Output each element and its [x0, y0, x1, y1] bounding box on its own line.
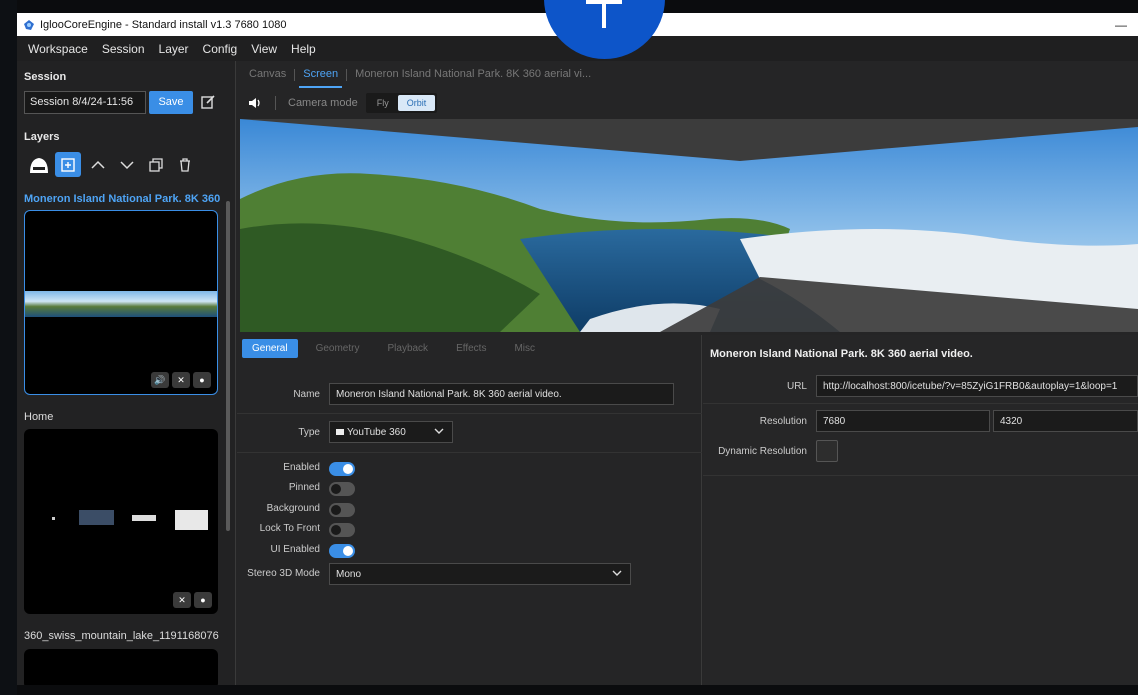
layer-thumbnail-moneron[interactable]: 🔊 ✕ ●	[24, 210, 218, 395]
layer-title-moneron[interactable]: Moneron Island National Park. 8K 360	[24, 193, 220, 205]
session-heading: Session	[24, 71, 67, 83]
menu-layer[interactable]: Layer	[152, 42, 196, 56]
name-label: Name	[293, 389, 320, 400]
tab-general[interactable]: General	[242, 338, 298, 358]
menu-config[interactable]: Config	[196, 42, 245, 56]
eye-icon[interactable]: ●	[194, 592, 212, 608]
resolution-label: Resolution	[759, 416, 807, 427]
layer-title-home[interactable]: Home	[24, 411, 53, 423]
tab-screen[interactable]: Screen	[299, 61, 343, 88]
panorama-render	[240, 119, 1138, 332]
lock-to-front-toggle[interactable]	[329, 523, 355, 537]
menu-view[interactable]: View	[244, 42, 284, 56]
tab-misc[interactable]: Misc	[504, 339, 545, 358]
camera-mode-orbit[interactable]: Orbit	[397, 95, 436, 111]
toggle-label-background: Background	[266, 503, 320, 514]
menu-workspace[interactable]: Workspace	[21, 42, 95, 56]
move-layer-up-button[interactable]	[83, 152, 112, 177]
resolution-width-field[interactable]: 7680	[816, 410, 990, 432]
type-value: YouTube 360	[347, 427, 406, 438]
eye-icon[interactable]: ●	[193, 372, 211, 388]
details-title: Moneron Island National Park. 8K 360 aer…	[710, 348, 973, 360]
url-label: URL	[786, 381, 807, 392]
toggle-label-ui-enabled: UI Enabled	[270, 544, 320, 555]
app-window: IglooCoreEngine - Standard install v1.3 …	[17, 13, 1138, 685]
layer-toolbar	[24, 152, 199, 177]
layers-heading: Layers	[24, 131, 60, 143]
chevron-down-icon	[434, 428, 444, 434]
type-dropdown[interactable]: YouTube 360	[329, 421, 453, 443]
add-layer-button[interactable]	[55, 152, 81, 177]
chevron-up-icon	[90, 160, 105, 169]
unpin-icon[interactable]: ✕	[172, 372, 190, 388]
layer-thumbnail-swiss-lake[interactable]	[24, 649, 218, 685]
desktop-edge	[0, 0, 17, 695]
stereo-label: Stereo 3D Mode	[247, 568, 320, 579]
layer-details-panel: Moneron Island National Park. 8K 360 aer…	[703, 335, 1138, 685]
chevron-down-icon	[612, 570, 622, 576]
home-layer-button[interactable]	[24, 152, 53, 177]
trash-icon	[179, 157, 190, 172]
3d-viewport[interactable]	[240, 119, 1138, 332]
toggle-label-enabled: Enabled	[283, 462, 320, 473]
igloo-home-icon	[29, 157, 48, 173]
camera-mode-fly[interactable]: Fly	[368, 95, 398, 111]
tab-layer[interactable]: Moneron Island National Park. 8K 360 aer…	[351, 61, 595, 88]
url-field[interactable]: http://localhost:800/icetube/?v=85ZyiG1F…	[816, 375, 1138, 397]
layer-thumbnail-home[interactable]: ✕ ●	[24, 429, 218, 614]
properties-panel: General Geometry Playback Effects Misc N…	[237, 335, 702, 685]
session-name-input[interactable]: Session 8/4/24-11:56	[24, 91, 146, 114]
app-logo-icon	[24, 19, 34, 30]
camera-mode-toggle: Fly Orbit	[365, 93, 438, 113]
tab-canvas[interactable]: Canvas	[245, 61, 290, 88]
minimize-button[interactable]: —	[1104, 13, 1138, 36]
speaker-icon[interactable]	[247, 95, 263, 111]
youtube-icon	[336, 429, 344, 436]
main-panel: Canvas Screen Moneron Island National Pa…	[237, 61, 1138, 685]
tab-geometry[interactable]: Geometry	[306, 339, 370, 358]
background-toggle[interactable]	[329, 503, 355, 517]
tab-effects[interactable]: Effects	[446, 339, 496, 358]
ui-enabled-toggle[interactable]	[329, 544, 355, 558]
enabled-toggle[interactable]	[329, 462, 355, 476]
duplicate-icon	[148, 157, 163, 172]
menu-help[interactable]: Help	[284, 42, 323, 56]
stereo-dropdown[interactable]: Mono	[329, 563, 631, 585]
type-label: Type	[298, 427, 320, 438]
camera-toolbar: Camera mode Fly Orbit	[237, 88, 1138, 118]
resolution-height-field[interactable]: 4320	[993, 410, 1138, 432]
delete-layer-button[interactable]	[170, 152, 199, 177]
property-tabs: General Geometry Playback Effects Misc	[237, 335, 701, 361]
dynamic-resolution-checkbox[interactable]	[816, 440, 838, 462]
stereo-value: Mono	[336, 569, 362, 580]
layers-scrollbar[interactable]	[226, 201, 230, 531]
top-tabs: Canvas Screen Moneron Island National Pa…	[237, 61, 1138, 88]
toggle-label-lock-to-front: Lock To Front	[259, 523, 320, 534]
unpin-icon[interactable]: ✕	[173, 592, 191, 608]
save-session-button[interactable]: Save	[149, 91, 193, 114]
add-layer-icon	[61, 157, 75, 172]
move-layer-down-button[interactable]	[112, 152, 141, 177]
panorama-preview	[25, 291, 217, 317]
pinned-toggle[interactable]	[329, 482, 355, 496]
sidebar: Session Session 8/4/24-11:56 Save Layers	[17, 61, 236, 685]
edit-icon[interactable]	[200, 94, 216, 110]
tab-playback[interactable]: Playback	[377, 339, 438, 358]
name-field[interactable]: Moneron Island National Park. 8K 360 aer…	[329, 383, 674, 405]
camera-mode-label: Camera mode	[288, 97, 358, 109]
toggle-label-pinned: Pinned	[288, 482, 320, 493]
volume-icon[interactable]: 🔊	[151, 372, 169, 388]
dynamic-resolution-label: Dynamic Resolution	[718, 446, 807, 457]
chevron-down-icon	[119, 160, 134, 169]
menu-session[interactable]: Session	[95, 42, 152, 56]
duplicate-layer-button[interactable]	[141, 152, 170, 177]
layer-title-swiss-lake[interactable]: 360_swiss_mountain_lake_1191168076	[24, 630, 219, 642]
window-title: IglooCoreEngine - Standard install v1.3 …	[40, 18, 287, 31]
